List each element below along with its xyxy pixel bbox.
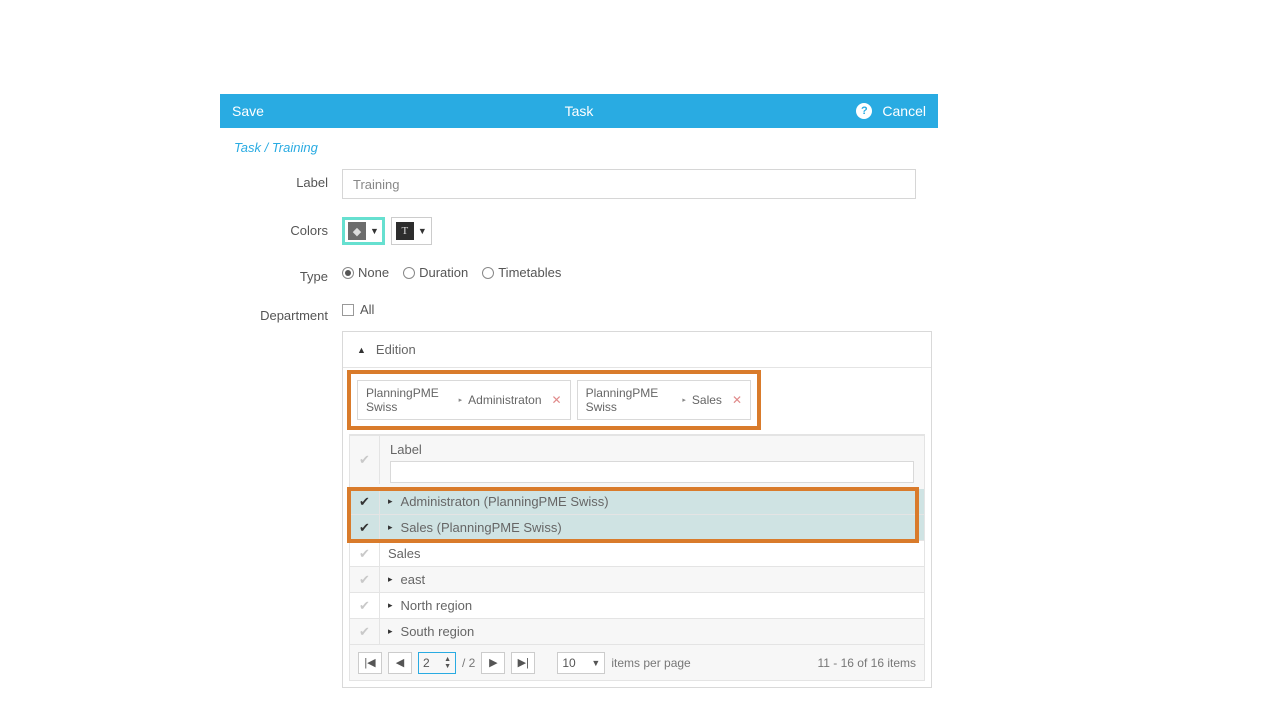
checkbox-label: All	[360, 302, 374, 317]
expand-icon[interactable]: ▸	[388, 574, 393, 585]
table-row[interactable]: ✔ ▸ North region	[349, 593, 925, 619]
row-check-icon[interactable]: ✔	[350, 489, 380, 514]
radio-label: None	[358, 265, 389, 280]
page-input[interactable]: 2 ▲▼	[418, 652, 456, 674]
chevron-down-icon: ▼	[418, 226, 427, 236]
checkbox-icon	[342, 304, 354, 316]
row-check-icon[interactable]: ✔	[350, 541, 380, 566]
type-radio-none[interactable]: None	[342, 265, 389, 280]
label-colors: Colors	[234, 217, 342, 238]
radio-icon	[342, 267, 354, 279]
page-size-select[interactable]: 10 ▼	[557, 652, 605, 674]
table-row[interactable]: ✔ Sales	[349, 541, 925, 567]
label-filter-input[interactable]	[390, 461, 914, 483]
dialog-title: Task	[565, 103, 594, 119]
label-input[interactable]	[342, 169, 916, 199]
chip: PlanningPME Swiss ▸ Sales ✕	[577, 380, 751, 420]
pager: |◀ ◀ 2 ▲▼ / 2 ▶ ▶| 10	[349, 645, 925, 681]
row-check-icon[interactable]: ✔	[350, 619, 380, 644]
row-label: Administraton (PlanningPME Swiss)	[401, 494, 609, 509]
last-page-button[interactable]: ▶|	[511, 652, 535, 674]
stepper-icon[interactable]: ▲▼	[444, 656, 451, 670]
row-check-icon[interactable]: ✔	[350, 567, 380, 592]
breadcrumb[interactable]: Task / Training	[234, 140, 932, 155]
pager-summary: 11 - 16 of 16 items	[818, 656, 917, 670]
chip-group: PlanningPME Swiss	[586, 386, 677, 414]
task-dialog: Save Task ? Cancel Task / Training Label…	[220, 94, 938, 696]
chip-remove-icon[interactable]: ✕	[732, 393, 742, 407]
chip-remove-icon[interactable]: ✕	[552, 393, 562, 407]
expand-icon[interactable]: ▸	[388, 626, 393, 637]
table-row[interactable]: ✔ ▸ Administraton (PlanningPME Swiss)	[349, 489, 925, 515]
help-icon[interactable]: ?	[856, 103, 872, 119]
chip-sep-icon: ▸	[682, 396, 686, 404]
prev-page-button[interactable]: ◀	[388, 652, 412, 674]
label-type: Type	[234, 263, 342, 284]
radio-icon	[482, 267, 494, 279]
panel-title: Edition	[376, 342, 416, 357]
table-row[interactable]: ✔ ▸ South region	[349, 619, 925, 645]
row-label: east	[401, 572, 426, 587]
chevron-down-icon: ▼	[370, 226, 379, 236]
radio-icon	[403, 267, 415, 279]
chip: PlanningPME Swiss ▸ Administraton ✕	[357, 380, 571, 420]
page-value: 2	[423, 656, 430, 670]
radio-label: Timetables	[498, 265, 561, 280]
expand-icon[interactable]: ▸	[388, 496, 393, 507]
department-panel: ▲ Edition PlanningPME Swiss ▸ Administra…	[342, 331, 932, 688]
cancel-button[interactable]: Cancel	[882, 103, 926, 119]
save-button[interactable]: Save	[232, 103, 264, 119]
type-radio-timetables[interactable]: Timetables	[482, 265, 561, 280]
all-checkbox[interactable]: All	[342, 302, 932, 317]
label-label: Label	[234, 169, 342, 190]
chip-item: Sales	[692, 393, 722, 407]
row-check-icon[interactable]: ✔	[350, 593, 380, 618]
label-department: Department	[234, 302, 342, 323]
grid-header: ✔ Label	[349, 435, 925, 489]
expand-icon[interactable]: ▸	[388, 522, 393, 533]
radio-label: Duration	[419, 265, 468, 280]
selected-chips: PlanningPME Swiss ▸ Administraton ✕ Plan…	[347, 370, 761, 430]
panel-header[interactable]: ▲ Edition	[343, 332, 931, 368]
table-row[interactable]: ✔ ▸ east	[349, 567, 925, 593]
page-size-value: 10	[562, 656, 575, 670]
chip-group: PlanningPME Swiss	[366, 386, 453, 414]
items-per-page-label: items per page	[611, 656, 690, 670]
row-label: North region	[401, 598, 473, 613]
page-of-label: / 2	[462, 656, 475, 670]
table-row[interactable]: ✔ ▸ Sales (PlanningPME Swiss)	[349, 515, 925, 541]
background-color-picker[interactable]: ◆ ▼	[342, 217, 385, 245]
type-radio-duration[interactable]: Duration	[403, 265, 468, 280]
paint-bucket-icon: ◆	[348, 222, 366, 240]
collapse-icon: ▲	[357, 345, 366, 355]
chip-item: Administraton	[468, 393, 541, 407]
chip-sep-icon: ▸	[459, 396, 463, 404]
department-grid: ✔ Label ✔ ▸Administraton (Pla	[349, 434, 925, 645]
dialog-header: Save Task ? Cancel	[220, 94, 938, 128]
column-label: Label	[390, 442, 422, 457]
first-page-button[interactable]: |◀	[358, 652, 382, 674]
next-page-button[interactable]: ▶	[481, 652, 505, 674]
row-check-icon[interactable]: ✔	[350, 515, 380, 540]
text-color-picker[interactable]: T ▼	[391, 217, 432, 245]
row-label: Sales	[388, 546, 421, 561]
expand-icon[interactable]: ▸	[388, 600, 393, 611]
text-color-icon: T	[396, 222, 414, 240]
chevron-down-icon: ▼	[591, 658, 600, 668]
select-all-column[interactable]: ✔	[350, 436, 380, 484]
row-label: Sales (PlanningPME Swiss)	[401, 520, 562, 535]
row-label: South region	[401, 624, 475, 639]
